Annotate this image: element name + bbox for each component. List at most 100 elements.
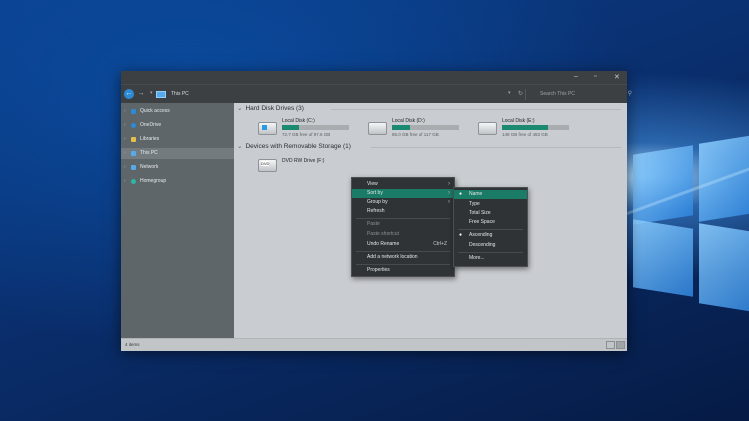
status-bar: 4 items (121, 338, 627, 351)
menu-item-label: Name (469, 191, 483, 197)
radio-bullet-icon: ● (459, 232, 463, 238)
maximize-button[interactable]: ▫ (594, 73, 596, 80)
navigation-pane: › Quick access › OneDrive › Libraries › … (121, 103, 234, 338)
menu-item-label: Type (469, 201, 480, 207)
menu-item-label: Group by (367, 199, 388, 205)
menu-item-descending[interactable]: Descending (454, 241, 527, 250)
menu-item-label: More... (469, 255, 485, 261)
drive-tile-e[interactable]: Local Disk (E:) 149 GB free of 483 GB (478, 116, 583, 142)
large-icons-view-icon[interactable] (616, 341, 625, 349)
drive-free-space: 72.7 GB free of 97.6 GB (282, 132, 331, 137)
sort-by-submenu: ● Name Type Total Size Free Space ● Ascend… (453, 187, 528, 267)
forward-arrow-icon[interactable]: → (136, 89, 146, 99)
menu-item-label: Paste shortcut (367, 231, 399, 237)
chevron-right-icon: › (448, 181, 450, 187)
chevron-right-icon[interactable]: › (124, 176, 126, 187)
menu-item-group-by[interactable]: Group by › (352, 198, 454, 207)
chevron-down-icon[interactable]: ⌄ (237, 105, 242, 112)
drive-usage-bar (282, 125, 349, 130)
menu-item-sort-by[interactable]: Sort by › (352, 189, 454, 198)
menu-item-label: Total Size (469, 210, 491, 216)
address-dropdown-icon[interactable]: ▾ (508, 90, 511, 96)
drive-tile-dvd[interactable]: DVD DVD RW Drive (F:) (258, 156, 363, 182)
group-header-hard-disks[interactable]: ⌄ Hard Disk Drives (3) (237, 104, 304, 112)
search-input[interactable]: Search This PC ⚲ (528, 88, 636, 100)
menu-item-label: Paste (367, 221, 380, 227)
sidebar-item-homegroup[interactable]: › Homegroup (121, 176, 234, 187)
item-count: 4 items (125, 342, 140, 347)
hard-drive-icon (478, 122, 497, 135)
this-pc-icon (156, 91, 166, 98)
homegroup-icon (131, 179, 136, 184)
sidebar-item-label: OneDrive (140, 122, 162, 128)
menu-item-paste-shortcut[interactable]: Paste shortcut (352, 230, 454, 239)
drive-usage-fill (502, 125, 549, 130)
chevron-right-icon[interactable]: › (124, 120, 126, 131)
drive-usage-bar (392, 125, 459, 130)
menu-item-ascending[interactable]: ● Ascending (454, 231, 527, 240)
sidebar-item-this-pc[interactable]: › This PC (121, 148, 234, 159)
wallpaper-logo-pane (633, 145, 693, 225)
search-icon: ⚲ (627, 91, 632, 97)
drive-free-space: 149 GB free of 483 GB (502, 132, 548, 137)
menu-item-add-network-location[interactable]: Add a network location (352, 253, 454, 262)
menu-item-more[interactable]: More... (454, 254, 527, 263)
menu-item-label: Descending (469, 242, 496, 248)
radio-bullet-icon: ● (459, 191, 463, 197)
menu-item-sort-free-space[interactable]: Free Space (454, 218, 527, 227)
drive-tile-d[interactable]: Local Disk (D:) 85.0 GB free of 117 GB (368, 116, 473, 142)
address-toolbar: ← → ▾ This PC ▾ ↻ Search This PC ⚲ (121, 84, 632, 104)
drive-free-space: 85.0 GB free of 117 GB (392, 132, 439, 137)
up-chevron-icon[interactable]: ▾ (150, 90, 153, 96)
sidebar-item-quick-access[interactable]: › Quick access (121, 106, 234, 117)
chevron-right-icon[interactable]: › (124, 106, 126, 117)
search-placeholder: Search This PC (540, 91, 575, 97)
close-button[interactable]: ✕ (614, 73, 620, 81)
menu-item-view[interactable]: View › (352, 180, 454, 189)
group-title: Hard Disk Drives (3) (245, 105, 304, 112)
chevron-right-icon[interactable]: › (124, 134, 126, 145)
chevron-right-icon[interactable]: › (124, 162, 126, 173)
group-header-removable[interactable]: ⌄ Devices with Removable Storage (1) (237, 142, 351, 150)
menu-item-undo-rename[interactable]: Undo Rename Ctrl+Z (352, 240, 454, 249)
dvd-badge: DVD (261, 161, 270, 166)
menu-item-label: Refresh (367, 208, 385, 214)
minimize-button[interactable]: – (574, 73, 578, 80)
menu-item-label: Add a network location (367, 254, 418, 260)
chevron-right-icon: › (448, 199, 450, 205)
chevron-down-icon[interactable]: ⌄ (237, 143, 242, 150)
menu-item-label: Properties (367, 267, 390, 273)
drive-usage-bar (502, 125, 569, 130)
menu-item-sort-name[interactable]: ● Name (454, 190, 527, 199)
details-view-icon[interactable] (606, 341, 615, 349)
menu-item-paste[interactable]: Paste (352, 220, 454, 229)
menu-item-sort-total-size[interactable]: Total Size (454, 209, 527, 218)
menu-item-label: Sort by (367, 190, 383, 196)
drive-tile-c[interactable]: Local Disk (C:) 72.7 GB free of 97.6 GB (258, 116, 363, 142)
menu-item-label: Free Space (469, 219, 495, 225)
menu-item-label: Ascending (469, 232, 493, 238)
divider (525, 89, 526, 100)
drive-name: Local Disk (D:) (392, 118, 425, 124)
sidebar-item-libraries[interactable]: › Libraries (121, 134, 234, 145)
computer-icon (131, 151, 136, 156)
back-arrow-icon[interactable]: ← (124, 89, 134, 99)
menu-item-properties[interactable]: Properties (352, 266, 454, 275)
wallpaper-logo-pane (699, 223, 749, 313)
menu-item-label: View (367, 181, 378, 187)
chevron-right-icon[interactable]: › (124, 148, 126, 159)
sidebar-item-network[interactable]: › Network (121, 162, 234, 173)
drive-usage-fill (282, 125, 300, 130)
menu-item-sort-type[interactable]: Type (454, 200, 527, 209)
title-bar[interactable]: – ▫ ✕ (121, 71, 627, 84)
sidebar-item-label: Quick access (140, 108, 170, 114)
breadcrumb[interactable]: This PC (171, 90, 189, 99)
dvd-drive-icon: DVD (258, 159, 277, 172)
group-divider (371, 147, 621, 148)
drive-usage-fill (392, 125, 411, 130)
refresh-icon[interactable]: ↻ (518, 90, 523, 97)
menu-separator (356, 218, 450, 219)
sidebar-item-label: Homegroup (140, 178, 167, 184)
menu-item-refresh[interactable]: Refresh (352, 207, 454, 216)
sidebar-item-onedrive[interactable]: › OneDrive (121, 120, 234, 131)
